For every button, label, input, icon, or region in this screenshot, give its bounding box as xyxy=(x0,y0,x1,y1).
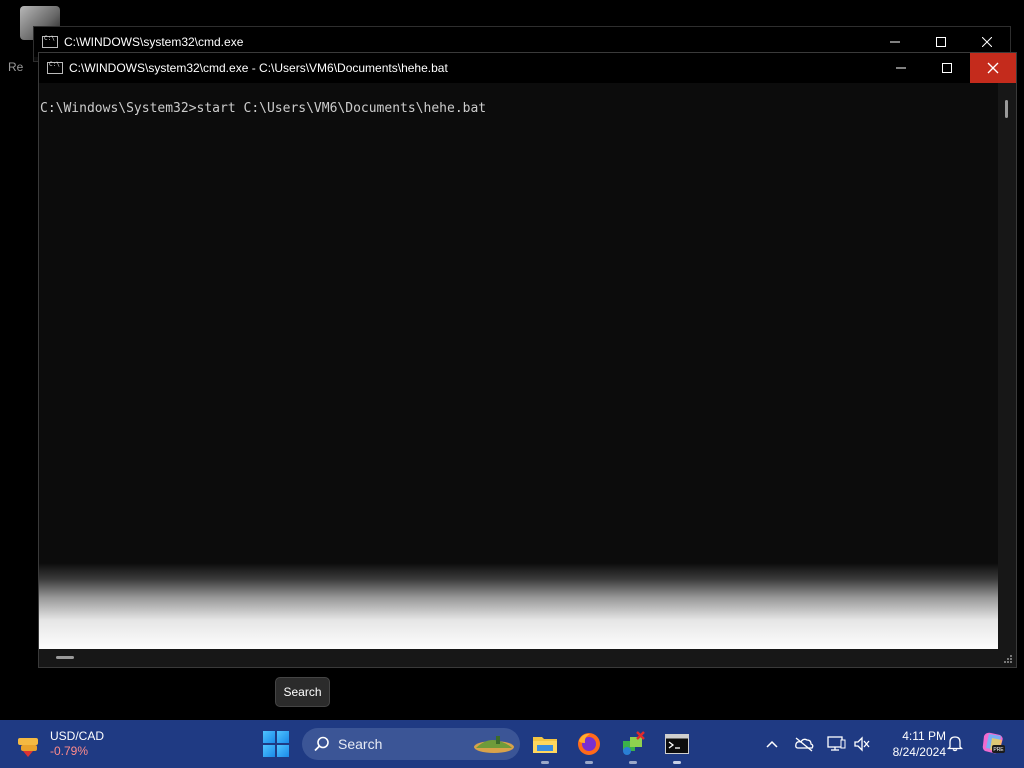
title-bar[interactable]: C:\WINDOWS\system32\cmd.exe - C:\Users\V… xyxy=(39,53,1016,83)
maximize-button[interactable] xyxy=(924,53,970,83)
minimize-icon xyxy=(896,67,906,69)
network-icon[interactable] xyxy=(824,732,848,756)
window-title: C:\WINDOWS\system32\cmd.exe - C:\Users\V… xyxy=(69,61,448,75)
search-label: Search xyxy=(338,736,383,752)
close-icon xyxy=(987,62,999,74)
close-icon xyxy=(982,37,992,47)
system-tray xyxy=(760,720,874,768)
clock-time: 4:11 PM xyxy=(902,729,946,743)
cmd-app-icon xyxy=(47,61,63,74)
console-render-artifact xyxy=(39,563,1000,651)
desktop-icon-label: Re xyxy=(8,60,24,74)
svg-text:PRE: PRE xyxy=(993,747,1004,753)
search-tooltip: Search xyxy=(275,677,330,707)
vertical-scroll-thumb[interactable] xyxy=(1005,100,1008,118)
copilot-pre-icon[interactable]: PRE xyxy=(980,730,1006,756)
show-hidden-icons-button[interactable] xyxy=(760,732,784,756)
taskbar-command-prompt[interactable] xyxy=(661,728,693,764)
widget-value: -0.79% xyxy=(50,744,89,758)
window-title: C:\WINDOWS\system32\cmd.exe xyxy=(64,35,244,49)
stock-down-icon xyxy=(14,730,42,758)
close-button[interactable] xyxy=(970,53,1016,83)
taskbar-firefox[interactable] xyxy=(573,728,605,764)
console-output[interactable]: C:\Windows\System32>start C:\Users\VM6\D… xyxy=(39,83,1000,615)
bell-icon xyxy=(946,736,964,752)
maximize-icon xyxy=(936,37,946,47)
horizontal-scrollbar[interactable] xyxy=(39,649,1000,667)
widget-title: USD/CAD xyxy=(50,729,105,743)
minimize-icon xyxy=(890,41,900,43)
minimize-button[interactable] xyxy=(878,53,924,83)
onedrive-offline-icon[interactable] xyxy=(792,732,816,756)
taskbar-file-explorer[interactable] xyxy=(529,728,561,764)
folder-icon xyxy=(533,737,557,753)
horizontal-scroll-thumb[interactable] xyxy=(56,656,74,659)
cmd-window-foreground[interactable]: C:\WINDOWS\system32\cmd.exe - C:\Users\V… xyxy=(38,52,1017,668)
notifications-button[interactable] xyxy=(946,734,964,757)
vertical-scrollbar[interactable] xyxy=(998,83,1016,651)
windows-logo-icon xyxy=(263,731,275,743)
widgets-button[interactable]: USD/CAD -0.79% xyxy=(14,726,104,762)
terminal-icon xyxy=(665,734,689,754)
chevron-up-icon xyxy=(766,740,778,748)
volume-muted-icon[interactable] xyxy=(850,732,874,756)
maximize-icon xyxy=(942,63,952,73)
clock-date: 8/24/2024 xyxy=(892,745,946,759)
resize-grip[interactable] xyxy=(998,649,1016,667)
start-button[interactable] xyxy=(263,731,289,757)
cmd-app-icon xyxy=(42,35,58,48)
search-highlight-icon xyxy=(474,736,514,753)
taskbar-clock[interactable]: 4:11 PM 8/24/2024 xyxy=(880,728,946,760)
network-tool-icon xyxy=(623,731,645,755)
taskbar-search-box[interactable]: Search xyxy=(302,728,520,760)
firefox-icon xyxy=(578,733,600,755)
console-line: C:\Windows\System32>start C:\Users\VM6\D… xyxy=(40,101,487,116)
taskbar-network-tool[interactable] xyxy=(617,728,649,764)
search-icon xyxy=(314,736,329,752)
